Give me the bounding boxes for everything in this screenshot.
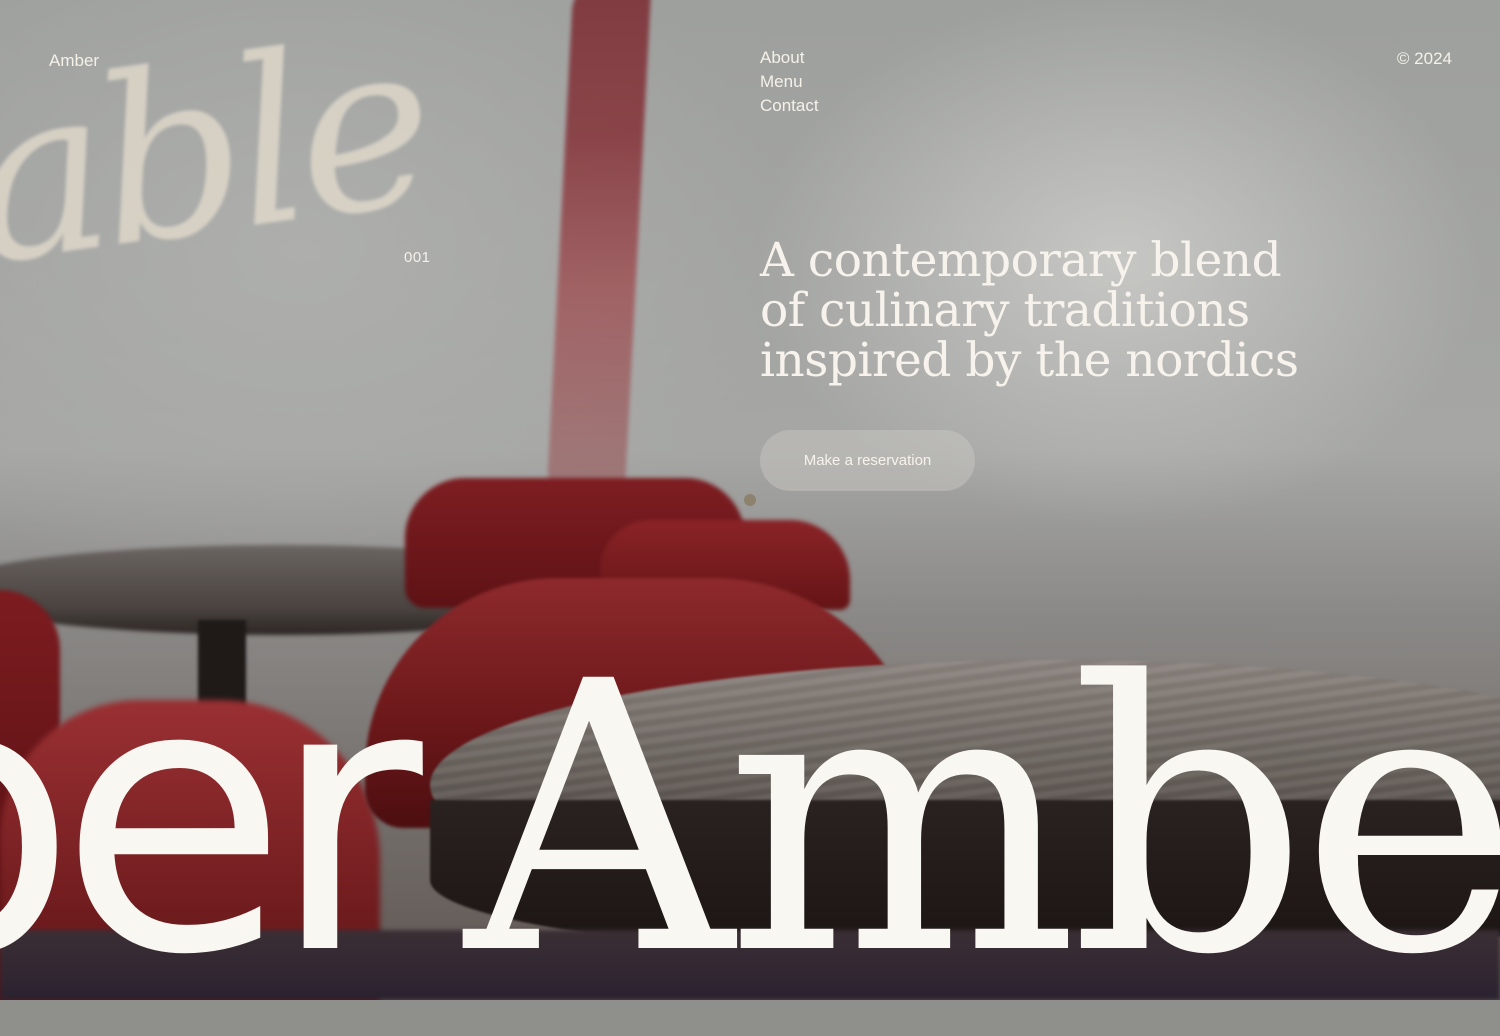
nav-item-menu[interactable]: Menu [760,70,819,94]
main-nav: About Menu Contact [760,46,819,118]
wordmark-text: Amber [0,603,423,1036]
background-neon-script: able [0,0,441,318]
wordmark-text: Amber [464,603,1500,1036]
copyright-text: © 2024 [1396,49,1452,68]
nav-item-contact[interactable]: Contact [760,94,819,118]
cursor-dot [744,494,756,506]
background-wall-stripe [546,0,652,500]
hero-wordmark: AmberAmber [0,630,1500,1010]
brand-logo[interactable]: Amber [49,51,99,71]
nav-item-about[interactable]: About [760,46,819,70]
make-reservation-button[interactable]: Make a reservation [760,430,975,491]
section-index: 001 [404,249,431,266]
hero-headline: A contemporary blend of culinary traditi… [760,233,1299,388]
